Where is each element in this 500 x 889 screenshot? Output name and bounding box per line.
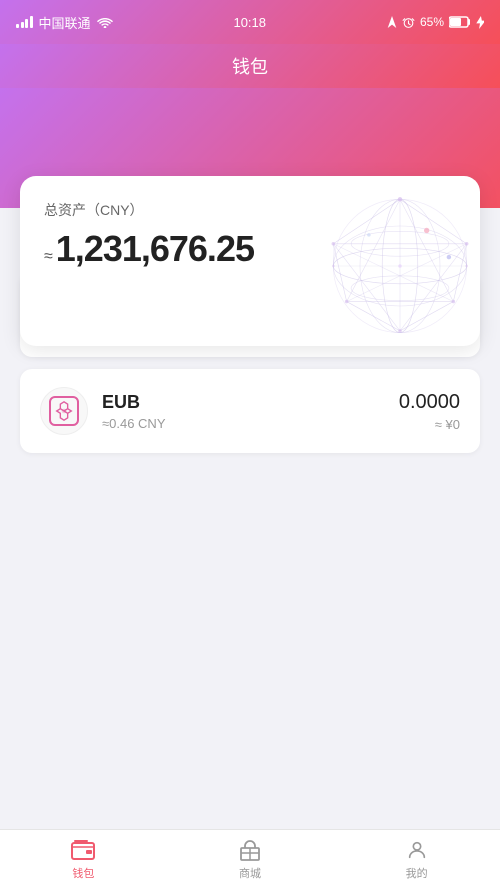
- eub-balance: 0.0000 ≈ ¥0: [399, 391, 460, 432]
- eub-name: EUB: [102, 392, 399, 413]
- wallet-card-wrapper: 总资产（CNY） ≈1,231,676.25: [20, 176, 480, 346]
- wifi-icon: [97, 16, 113, 28]
- nav-item-shop[interactable]: 商城: [167, 838, 334, 881]
- eub-icon-inner: [49, 396, 79, 426]
- carrier-label: 中国联通: [39, 13, 91, 32]
- eub-icon: [40, 387, 88, 435]
- profile-nav-icon: [405, 838, 429, 862]
- status-bar: 中国联通 10:18 65%: [0, 0, 500, 44]
- coin-item-eub[interactable]: EUB ≈0.46 CNY 0.0000 ≈ ¥0: [20, 369, 480, 453]
- eub-amount: 0.0000: [399, 391, 460, 414]
- sphere-decoration: [310, 186, 480, 346]
- status-left: 中国联通: [16, 13, 113, 32]
- nav-item-wallet[interactable]: 钱包: [0, 838, 167, 881]
- battery-icon: [449, 16, 471, 28]
- charging-icon: [476, 16, 484, 29]
- eub-info: EUB ≈0.46 CNY: [102, 392, 399, 431]
- signal-icon: [16, 16, 33, 28]
- nav-item-profile[interactable]: 我的: [333, 838, 500, 881]
- status-right: 65%: [387, 15, 484, 29]
- location-icon: [387, 16, 397, 28]
- eub-cny-price: ≈0.46 CNY: [102, 416, 399, 431]
- time-label: 10:18: [233, 15, 266, 30]
- wallet-nav-icon: [71, 838, 95, 862]
- page-header: 钱包: [0, 44, 500, 88]
- amount-value: 1,231,676.25: [56, 228, 254, 269]
- page-title: 钱包: [232, 53, 268, 79]
- eub-yen-value: ≈ ¥0: [399, 417, 460, 432]
- nav-label-shop: 商城: [239, 865, 261, 881]
- wallet-card: 总资产（CNY） ≈1,231,676.25: [20, 176, 480, 346]
- shop-nav-icon: [238, 838, 262, 862]
- alarm-icon: [402, 16, 415, 29]
- nav-label-wallet: 钱包: [72, 865, 94, 881]
- main-content: 总资产（CNY） ≈1,231,676.25: [0, 88, 500, 829]
- bottom-nav: 钱包 商城 我的: [0, 829, 500, 889]
- battery-label: 65%: [420, 15, 444, 29]
- approx-symbol: ≈: [44, 248, 52, 265]
- nav-label-profile: 我的: [406, 865, 428, 881]
